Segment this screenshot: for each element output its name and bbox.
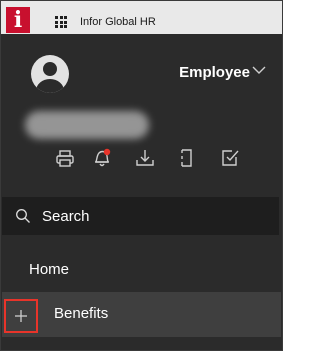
app-title: Infor Global HR: [80, 16, 156, 28]
search-label: Search: [42, 208, 90, 225]
search-input[interactable]: Search: [2, 197, 279, 235]
notification-badge: [103, 148, 111, 156]
app-frame: i Infor Global HR Employee Search Home B…: [0, 0, 283, 351]
nav-item-home[interactable]: Home: [1, 251, 282, 289]
infor-logo[interactable]: i: [6, 7, 30, 33]
nav-item-home-label: Home: [29, 261, 70, 278]
expand-benefits-button[interactable]: [4, 299, 38, 333]
avatar-body: [36, 79, 64, 93]
download-icon[interactable]: [135, 147, 155, 169]
nav-item-benefits-label: Benefits: [54, 305, 109, 322]
role-selector[interactable]: Employee: [179, 64, 250, 82]
document-icon[interactable]: [176, 147, 196, 169]
chevron-down-icon[interactable]: [252, 65, 266, 75]
avatar-head: [43, 62, 57, 76]
plus-icon: [15, 310, 27, 322]
nav-item-benefits[interactable]: Benefits: [2, 292, 281, 337]
checkbox-icon[interactable]: [220, 147, 240, 169]
search-icon: [16, 209, 30, 223]
bell-icon[interactable]: [92, 147, 112, 169]
user-avatar[interactable]: [31, 55, 69, 93]
printer-icon[interactable]: [55, 147, 75, 169]
logo-letter: i: [13, 7, 23, 33]
app-grid-icon[interactable]: [55, 16, 67, 28]
user-name-blurred: [25, 111, 149, 139]
top-bar: i Infor Global HR: [1, 1, 282, 34]
